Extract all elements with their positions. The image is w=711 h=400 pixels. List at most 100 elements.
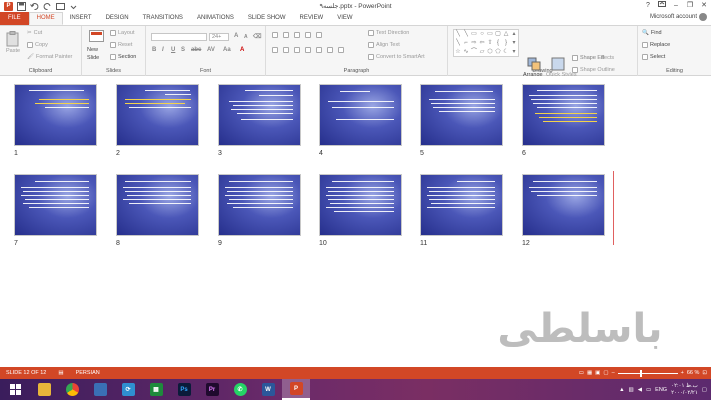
taskbar-app-3[interactable] bbox=[86, 379, 114, 400]
underline-icon[interactable]: U bbox=[171, 47, 175, 53]
zoom-in-icon[interactable]: + bbox=[681, 370, 684, 376]
slide-thumbnail-11[interactable] bbox=[420, 174, 503, 236]
redo-icon[interactable] bbox=[43, 2, 52, 11]
shadow-icon[interactable]: S bbox=[181, 47, 185, 53]
slide-thumbnail-12[interactable] bbox=[522, 174, 605, 236]
find-button[interactable]: 🔍 Find bbox=[642, 30, 662, 36]
battery-icon[interactable]: ▭ bbox=[646, 387, 651, 393]
replace-button[interactable]: Replace bbox=[642, 42, 670, 48]
account-menu[interactable]: Microsoft account bbox=[650, 13, 707, 21]
taskbar-calculator[interactable]: ▦ bbox=[142, 379, 170, 400]
help-button[interactable]: ? bbox=[641, 0, 655, 12]
arrow-shape-icon[interactable]: ⇦ bbox=[478, 39, 486, 48]
gallery-scroll-down-icon[interactable]: ▾ bbox=[510, 39, 518, 48]
taskbar-premiere[interactable]: Pr bbox=[198, 379, 226, 400]
minimize-button[interactable]: – bbox=[669, 0, 683, 12]
slide-counter[interactable]: SLIDE 12 OF 12 bbox=[0, 370, 52, 376]
decrease-indent-icon[interactable] bbox=[294, 32, 300, 38]
callout-shape-icon[interactable]: ▱ bbox=[478, 47, 486, 56]
font-color-icon[interactable]: A bbox=[240, 47, 244, 53]
taskbar-whatsapp[interactable]: ✆ bbox=[226, 379, 254, 400]
bullets-icon[interactable] bbox=[272, 32, 278, 38]
slide-thumbnail-3[interactable] bbox=[218, 84, 301, 146]
tab-home[interactable]: HOME bbox=[28, 12, 63, 25]
save-icon[interactable] bbox=[17, 1, 26, 11]
clock[interactable]: ۰۲:۰۱ ب.ظ ۲۰۰۰/۰۲/۲۱ bbox=[671, 383, 698, 397]
freeform-shape-icon[interactable]: ⌒ bbox=[470, 47, 478, 56]
network-icon[interactable]: ▥ bbox=[629, 387, 634, 393]
restore-button[interactable]: ❐ bbox=[683, 0, 697, 12]
zoom-slider-thumb[interactable] bbox=[639, 369, 642, 377]
font-size-combo[interactable]: 24+ bbox=[209, 33, 229, 41]
slide-show-view-icon[interactable]: ▢ bbox=[603, 370, 608, 376]
section-button[interactable]: Section bbox=[110, 54, 136, 60]
reading-view-icon[interactable]: ▣ bbox=[595, 370, 600, 376]
increase-indent-icon[interactable] bbox=[305, 32, 311, 38]
font-name-combo[interactable] bbox=[151, 33, 207, 41]
gallery-more-icon[interactable]: ▾ bbox=[510, 47, 518, 56]
taskbar-word[interactable]: W bbox=[254, 379, 282, 400]
numbering-icon[interactable] bbox=[283, 32, 289, 38]
slide-thumbnail-8[interactable] bbox=[116, 174, 199, 236]
rtl-icon[interactable] bbox=[338, 47, 344, 53]
layout-button[interactable]: Layout bbox=[110, 30, 135, 36]
taskbar-photoshop[interactable]: Ps bbox=[170, 379, 198, 400]
tab-design[interactable]: DESIGN bbox=[99, 12, 136, 25]
justify-icon[interactable] bbox=[305, 47, 311, 53]
taskbar-powerpoint[interactable]: P bbox=[282, 379, 310, 400]
convert-to-smartart-button[interactable]: Convert to SmartArt bbox=[368, 54, 425, 60]
bold-icon[interactable]: B bbox=[152, 47, 156, 53]
arrow-shape-icon[interactable]: ⇨ bbox=[470, 39, 478, 48]
customize-qat-icon[interactable] bbox=[69, 2, 78, 11]
text-direction-button[interactable]: Text Direction bbox=[368, 30, 409, 36]
line-shape-icon[interactable]: ╲ bbox=[454, 39, 462, 48]
oval-shape-icon[interactable]: ○ bbox=[478, 30, 486, 39]
notifications-icon[interactable]: ▢ bbox=[702, 387, 707, 393]
increase-font-size-icon[interactable]: A bbox=[234, 33, 238, 39]
new-slide-icon[interactable] bbox=[89, 30, 104, 44]
line-shape-icon[interactable]: ╲ bbox=[462, 30, 470, 39]
start-from-beginning-icon[interactable] bbox=[56, 2, 65, 11]
reset-button[interactable]: Reset bbox=[110, 42, 132, 48]
spellcheck-icon[interactable]: ▤ bbox=[52, 370, 69, 376]
brace-shape-icon[interactable]: } bbox=[502, 39, 510, 48]
slide-sorter-view-icon[interactable]: ▦ bbox=[587, 370, 592, 376]
arrow-shape-icon[interactable]: ⇧ bbox=[486, 39, 494, 48]
curve-shape-icon[interactable]: ∿ bbox=[462, 47, 470, 56]
slide-thumbnail-2[interactable] bbox=[116, 84, 199, 146]
moon-shape-icon[interactable]: ☾ bbox=[502, 47, 510, 56]
star-shape-icon[interactable]: ☆ bbox=[454, 47, 462, 56]
strikethrough-icon[interactable]: abc bbox=[191, 47, 201, 53]
language-indicator[interactable]: PERSIAN bbox=[70, 370, 106, 376]
normal-view-icon[interactable]: ▭ bbox=[579, 370, 584, 376]
new-slide-button-line2[interactable]: Slide bbox=[87, 55, 99, 61]
slide-thumbnail-6[interactable] bbox=[522, 84, 605, 146]
zoom-slider[interactable] bbox=[617, 369, 678, 377]
tab-review[interactable]: REVIEW bbox=[293, 12, 331, 25]
change-case-icon[interactable]: Aa bbox=[223, 47, 231, 53]
paste-button[interactable]: Paste bbox=[6, 48, 20, 54]
cut-button[interactable]: ✂ Cut bbox=[27, 30, 42, 36]
taskbar-chrome[interactable] bbox=[58, 379, 86, 400]
shape-outline-button[interactable]: Shape Outline bbox=[572, 67, 615, 73]
fit-to-window-icon[interactable]: ⊡ bbox=[702, 370, 707, 376]
clear-formatting-icon[interactable]: ⌫ bbox=[253, 33, 261, 40]
hexagon-shape-icon[interactable]: ⬡ bbox=[486, 47, 494, 56]
triangle-shape-icon[interactable]: △ bbox=[502, 30, 510, 39]
rectangle-shape-icon[interactable]: ▭ bbox=[470, 30, 478, 39]
align-center-icon[interactable] bbox=[283, 47, 289, 53]
align-right-icon[interactable] bbox=[294, 47, 300, 53]
tab-transitions[interactable]: TRANSITIONS bbox=[136, 12, 190, 25]
align-left-icon[interactable] bbox=[272, 47, 278, 53]
tab-slide-show[interactable]: SLIDE SHOW bbox=[241, 12, 293, 25]
character-spacing-icon[interactable]: AV bbox=[207, 47, 215, 53]
columns-icon[interactable] bbox=[316, 47, 322, 53]
tab-insert[interactable]: INSERT bbox=[63, 12, 99, 25]
zoom-level[interactable]: 66 % bbox=[687, 370, 700, 376]
new-slide-button[interactable]: New bbox=[87, 47, 98, 53]
format-painter-button[interactable]: 🖌 Format Painter bbox=[27, 54, 72, 60]
tab-animations[interactable]: ANIMATIONS bbox=[190, 12, 241, 25]
copy-button[interactable]: Copy bbox=[27, 42, 48, 48]
shapes-gallery[interactable]: ╲ ╲ ▭ ○ ▭ ▢ △ ▴ ╲ ⌐ ⇨ ⇦ ⇧ { } ▾ ☆ ∿ ⌒ ▱ … bbox=[453, 29, 519, 57]
arrange-icon[interactable] bbox=[527, 57, 541, 71]
